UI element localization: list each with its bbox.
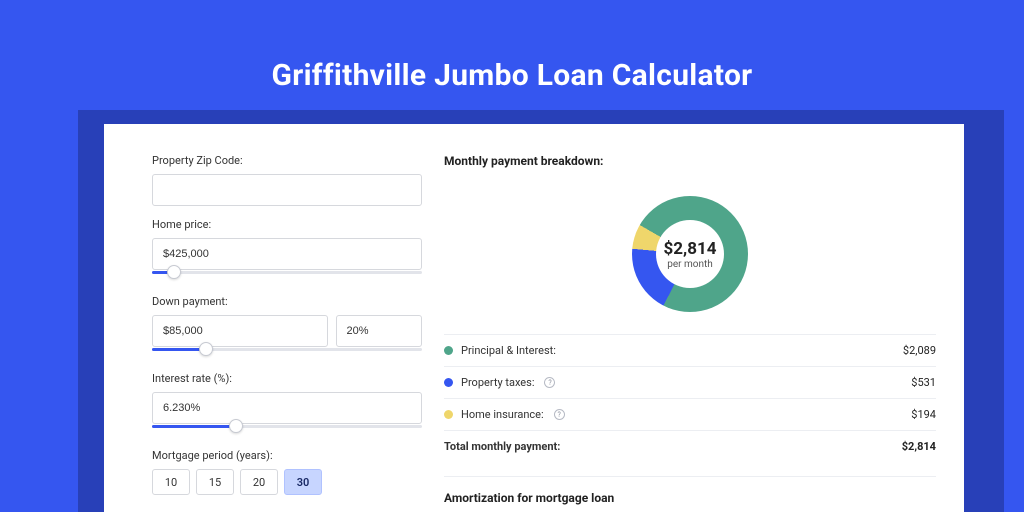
page-title: Griffithville Jumbo Loan Calculator bbox=[0, 0, 1024, 93]
legend-dot bbox=[444, 410, 453, 419]
down-payment-input[interactable] bbox=[152, 315, 328, 347]
donut-chart: $2,814 per month bbox=[444, 174, 936, 334]
slider-thumb[interactable] bbox=[167, 265, 181, 279]
breakdown-row: Home insurance:? $194 bbox=[444, 398, 936, 430]
breakdown-label: Property taxes: bbox=[461, 376, 534, 389]
period-option-30[interactable]: 30 bbox=[284, 469, 322, 495]
period-label: Mortgage period (years): bbox=[152, 449, 422, 462]
home-price-input[interactable] bbox=[152, 238, 422, 270]
total-label: Total monthly payment: bbox=[444, 440, 560, 453]
breakdown-label: Home insurance: bbox=[461, 408, 544, 421]
form-panel: Property Zip Code: Home price: Down paym… bbox=[152, 146, 422, 512]
down-payment-slider[interactable] bbox=[152, 346, 422, 360]
period-option-20[interactable]: 20 bbox=[240, 469, 278, 495]
breakdown-label: Principal & Interest: bbox=[461, 344, 556, 357]
interest-slider[interactable] bbox=[152, 423, 422, 437]
down-payment-label: Down payment: bbox=[152, 295, 422, 308]
legend-dot bbox=[444, 378, 453, 387]
interest-input[interactable] bbox=[152, 392, 422, 424]
breakdown-row: Property taxes:? $531 bbox=[444, 366, 936, 398]
amortization-title: Amortization for mortgage loan bbox=[444, 476, 936, 505]
home-price-slider[interactable] bbox=[152, 269, 422, 283]
total-value: $2,814 bbox=[902, 440, 936, 453]
breakdown-row: Principal & Interest: $2,089 bbox=[444, 334, 936, 366]
zip-input[interactable] bbox=[152, 174, 422, 206]
zip-label: Property Zip Code: bbox=[152, 154, 422, 167]
slider-thumb[interactable] bbox=[199, 342, 213, 356]
period-option-15[interactable]: 15 bbox=[196, 469, 234, 495]
interest-label: Interest rate (%): bbox=[152, 372, 422, 385]
period-options: 10152030 bbox=[152, 469, 422, 495]
donut-amount: $2,814 bbox=[664, 239, 717, 259]
breakdown-title: Monthly payment breakdown: bbox=[444, 154, 936, 168]
down-payment-pct-input[interactable] bbox=[336, 315, 423, 347]
breakdown-panel: Monthly payment breakdown: $2,814 per mo… bbox=[422, 146, 936, 512]
total-row: Total monthly payment: $2,814 bbox=[444, 430, 936, 462]
home-price-label: Home price: bbox=[152, 218, 422, 231]
info-icon[interactable]: ? bbox=[544, 377, 555, 388]
breakdown-value: $194 bbox=[911, 408, 936, 421]
breakdown-value: $2,089 bbox=[903, 344, 936, 357]
breakdown-value: $531 bbox=[911, 376, 936, 389]
slider-thumb[interactable] bbox=[229, 419, 243, 433]
calculator-card: Property Zip Code: Home price: Down paym… bbox=[104, 124, 964, 512]
donut-sub: per month bbox=[667, 259, 713, 270]
legend-dot bbox=[444, 346, 453, 355]
period-option-10[interactable]: 10 bbox=[152, 469, 190, 495]
info-icon[interactable]: ? bbox=[554, 409, 565, 420]
